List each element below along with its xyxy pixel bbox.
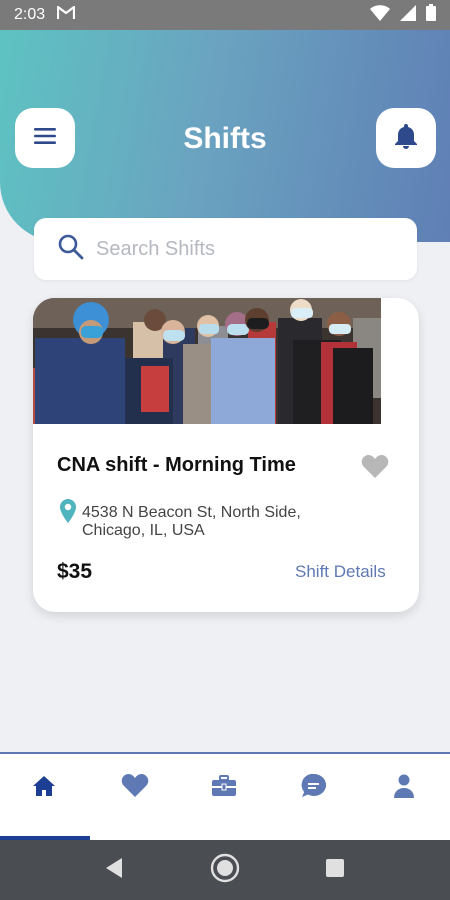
recents-square-icon [325, 858, 345, 883]
status-time: 2:03 [14, 6, 46, 23]
search-input[interactable] [96, 237, 376, 261]
shift-address: 4538 N Beacon St, North Side, Chicago, I… [82, 504, 301, 539]
location-pin-icon [59, 498, 77, 529]
shift-photo [33, 298, 381, 424]
battery-icon [426, 4, 436, 26]
person-icon [393, 774, 415, 803]
shift-price: $35 [57, 560, 93, 583]
shift-card[interactable]: CNA shift - Morning Time 4538 N Beacon S… [33, 298, 419, 612]
signal-icon [400, 4, 416, 26]
wifi-icon [370, 4, 390, 26]
chat-icon [301, 773, 327, 804]
back-button[interactable] [98, 854, 130, 886]
heart-icon [121, 773, 149, 803]
bell-icon [393, 122, 419, 155]
bottom-nav [0, 752, 450, 840]
nav-messages[interactable] [296, 770, 332, 806]
home-button[interactable] [209, 853, 241, 888]
nav-jobs[interactable] [206, 770, 242, 806]
header: Shifts [0, 30, 450, 242]
gmail-notification-icon [57, 5, 76, 25]
nav-profile[interactable] [386, 770, 422, 806]
home-icon [32, 775, 56, 802]
notifications-button[interactable] [376, 108, 436, 168]
recents-button[interactable] [319, 854, 351, 886]
search-bar [34, 218, 417, 280]
back-triangle-icon [104, 857, 124, 884]
shift-title: CNA shift - Morning Time [57, 454, 296, 476]
search-icon [58, 234, 84, 265]
system-nav-bar [0, 840, 450, 900]
status-bar: 2:03 [0, 0, 450, 30]
nav-home[interactable] [26, 770, 62, 806]
heart-icon[interactable] [361, 454, 389, 485]
nav-favorites[interactable] [117, 770, 153, 806]
briefcase-icon [211, 774, 237, 802]
home-circle-icon [210, 853, 240, 888]
shift-details-link[interactable]: Shift Details [295, 562, 386, 582]
